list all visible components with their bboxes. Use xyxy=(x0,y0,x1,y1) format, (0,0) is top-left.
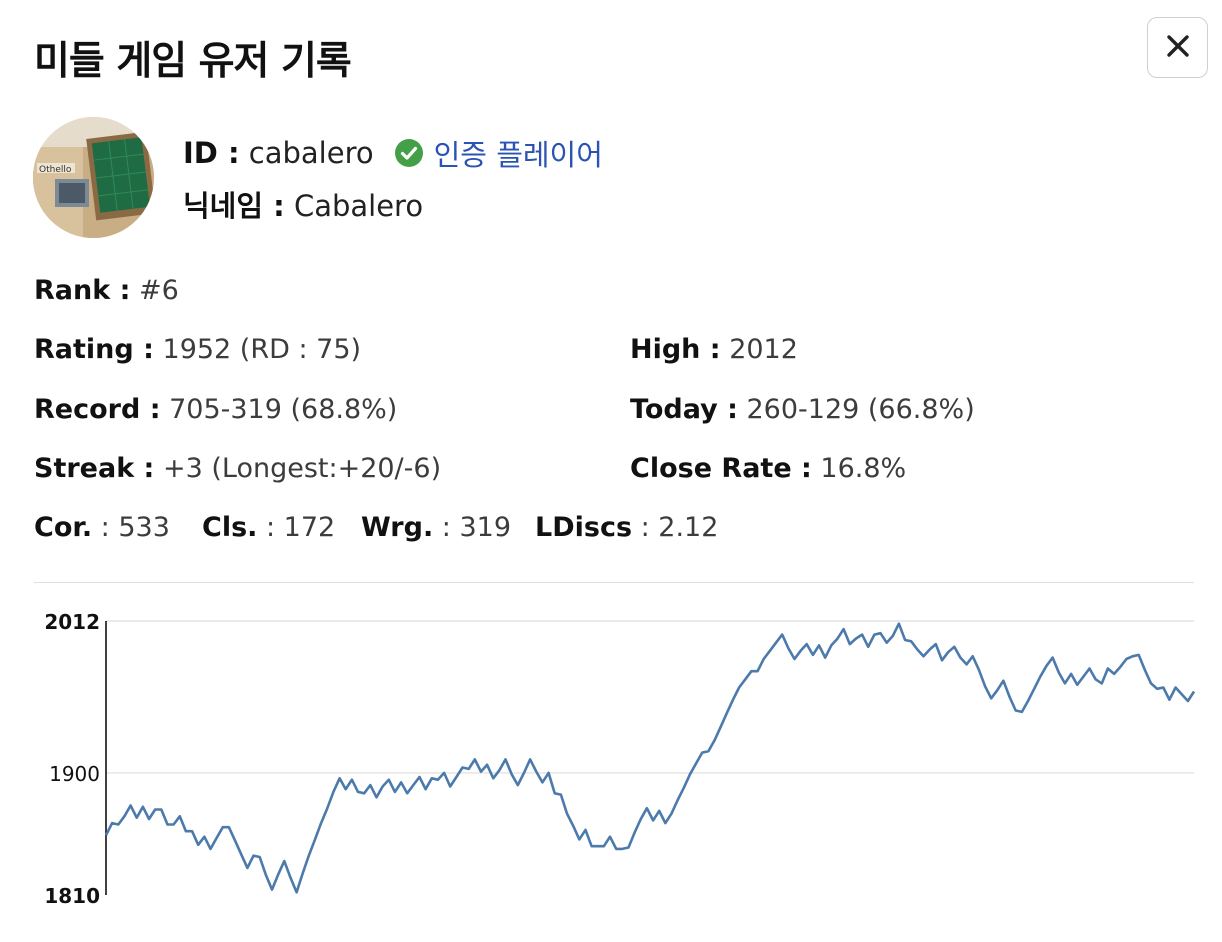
rating-history-chart: 2012 1900 1810 xyxy=(44,610,1196,908)
y-tick-label-2012: 2012 xyxy=(44,610,100,634)
y-tick-label-1810: 1810 xyxy=(44,884,100,908)
user-record-modal: 미들 게임 유저 기록 Othello ID : cabalero 인증 플레이… xyxy=(0,0,1222,942)
rating-series-line xyxy=(104,622,1196,894)
y-tick-label-1900: 1900 xyxy=(49,762,100,786)
